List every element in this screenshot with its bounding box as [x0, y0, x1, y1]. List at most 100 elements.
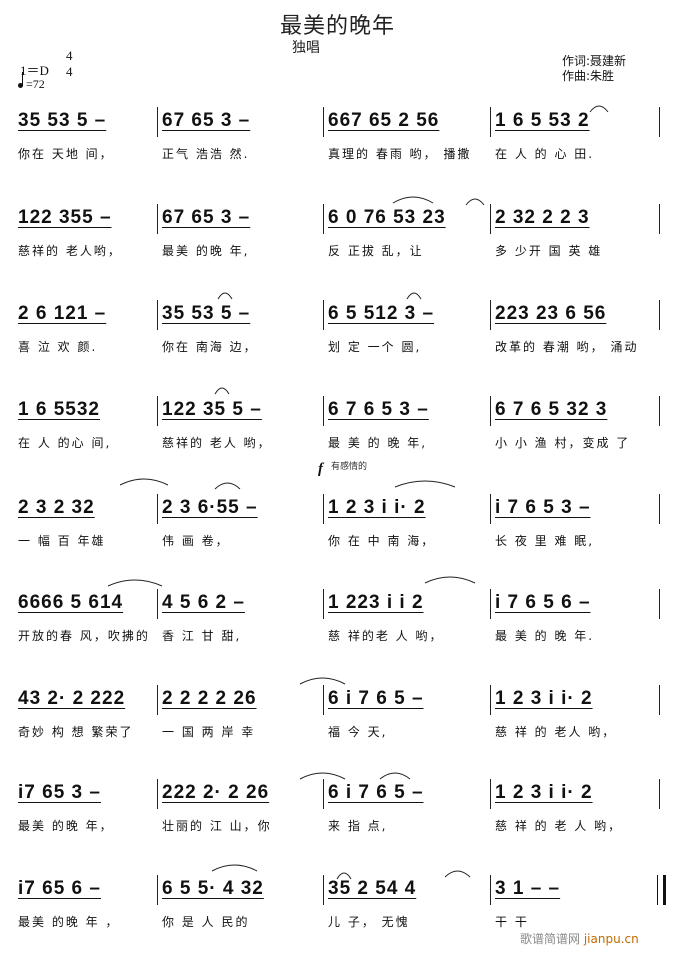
measure-notes: 2 2 2 2 26 [162, 688, 257, 709]
watermark-site: 歌谱简谱网 [520, 932, 581, 946]
barline [659, 107, 660, 137]
barline [157, 396, 158, 426]
score-row: 2 6 121 – 喜 泣 欢 颜. 35 53 5 – 你在 南海 边， 6 5 51… [0, 293, 675, 373]
barline [490, 300, 491, 330]
time-signature-bottom: 4 [66, 64, 73, 79]
barline [659, 204, 660, 234]
watermark-url: jianpu.cn [583, 932, 639, 946]
barline [323, 300, 324, 330]
slur-mark [211, 864, 258, 872]
measure-notes: 1 223 i i 2 [328, 592, 424, 613]
barline [157, 589, 158, 619]
barline [490, 396, 491, 426]
barline [323, 779, 324, 809]
barline [157, 779, 158, 809]
score-row: 122 355 – 慈祥的 老人哟， 67 65 3 – 最美 的晚 年, 6 0 76… [0, 197, 675, 277]
measure-lyrics: 最 美 的 晚 年, [328, 436, 428, 450]
measure-lyrics: 在 人 的 心 田. [495, 147, 595, 161]
slur-mark [107, 579, 163, 587]
slur-mark [336, 872, 352, 880]
measure-notes: i 7 6 5 6 – [495, 592, 591, 613]
measure-lyrics: 福 今 天, [328, 725, 388, 739]
measure-lyrics: 奇妙 构 想 繁荣了 [18, 725, 134, 739]
barline [323, 396, 324, 426]
slur-mark [217, 292, 233, 300]
barline [323, 685, 324, 715]
measure-lyrics: 慈祥的 老人 哟， [162, 436, 272, 450]
barline [659, 779, 660, 809]
barline [323, 494, 324, 524]
measure-notes: 6 7 6 5 3 – [328, 399, 429, 420]
slur-mark [379, 772, 411, 780]
measure-notes: 6 7 6 5 32 3 [495, 399, 608, 420]
measure-notes: 223 23 6 56 [495, 303, 607, 324]
barline [490, 107, 491, 137]
measure-lyrics: 长 夜 里 难 眠, [495, 534, 595, 548]
slur-mark [465, 198, 485, 206]
measure-lyrics: 你在 天地 间， [18, 147, 114, 161]
slur-mark [424, 576, 476, 584]
slur-mark [444, 870, 471, 878]
measure-lyrics: 在 人 的心 间, [18, 436, 112, 450]
measure-notes: 222 2· 2 26 [162, 782, 270, 803]
measure-notes: 6 i 7 6 5 – [328, 782, 424, 803]
measure-notes: 67 65 3 – [162, 110, 251, 131]
barline [490, 875, 491, 905]
score-row: 6666 5 614 开放的春 风，吹拂的 4 5 6 2 – 香 江 甘 甜, 1 2… [0, 582, 675, 662]
measure-notes: 1 6 5532 [18, 399, 100, 420]
measure-lyrics: 小 小 渔 村，变成 了 [495, 436, 631, 450]
measure-lyrics: 改革的 春潮 哟， 涌动 [495, 340, 639, 354]
measure-notes: 6 i 7 6 5 – [328, 688, 424, 709]
barline [323, 589, 324, 619]
measure-lyrics: 一 幅 百 年雄 [18, 534, 106, 548]
measure-notes: 35 2 54 4 [328, 878, 417, 899]
slur-mark [299, 677, 346, 685]
slur-mark [299, 772, 346, 780]
measure-lyrics: 喜 泣 欢 颜. [18, 340, 98, 354]
measure-notes: 1 6 5 53 2 [495, 110, 590, 131]
slur-mark [214, 482, 241, 490]
barline [323, 875, 324, 905]
measure-notes: 2 3 6·55 – [162, 497, 258, 518]
composer: 作曲:朱胜 [562, 69, 615, 83]
measure-lyrics: 划 定 一个 圆, [328, 340, 422, 354]
measure-notes: 1 2 3 i i· 2 [328, 497, 426, 518]
barline [490, 494, 491, 524]
measure-lyrics: 儿 子， 无愧 [328, 915, 410, 929]
score-row: 2 3 2 32 一 幅 百 年雄 2 3 6·55 – 伟 画 卷， 1 2 3 i… [0, 487, 675, 567]
measure-notes: 122 35 5 – [162, 399, 262, 420]
subtitle: 独唱 [292, 40, 320, 56]
barline [659, 494, 660, 524]
measure-notes: 1 2 3 i i· 2 [495, 688, 593, 709]
watermark: 歌谱简谱网 jianpu.cn [520, 930, 639, 947]
barline [323, 204, 324, 234]
measure-lyrics: 多 少开 国 英 雄 [495, 244, 603, 258]
measure-lyrics: 你 是 人 民的 [162, 915, 250, 929]
barline [157, 204, 158, 234]
measure-notes: 667 65 2 56 [328, 110, 440, 131]
measure-lyrics: 伟 画 卷， [162, 534, 230, 548]
measure-lyrics: 正气 浩浩 然. [162, 147, 250, 161]
time-signature: 4 4 [66, 48, 73, 80]
barline [157, 875, 158, 905]
measure-lyrics: 壮丽的 江 山，你 [162, 819, 272, 833]
barline [490, 685, 491, 715]
measure-lyrics: 开放的春 风，吹拂的 [18, 629, 150, 643]
measure-lyrics: 最美 的晚 年, [162, 244, 250, 258]
measure-lyrics: 慈祥的 老人哟， [18, 244, 122, 258]
measure-notes: 6 5 5· 4 32 [162, 878, 264, 899]
measure-lyrics: 最 美 的 晚 年. [495, 629, 595, 643]
slur-mark [392, 196, 434, 204]
measure-notes: 67 65 3 – [162, 207, 251, 228]
slur-mark [119, 478, 169, 486]
page-title: 最美的晚年 [279, 14, 395, 39]
barline [659, 300, 660, 330]
measure-notes: 3 1 – – [495, 878, 561, 899]
barline [659, 396, 660, 426]
barline [490, 204, 491, 234]
measure-notes: 6 0 76 53 23 [328, 207, 446, 228]
score-row: 1 6 5532 在 人 的心 间, 122 35 5 – 慈祥的 老人 哟， 6 7 … [0, 389, 675, 469]
measure-notes: 35 53 5 – [162, 303, 251, 324]
measure-notes: 43 2· 2 222 [18, 688, 126, 709]
tempo-value: =72 [26, 77, 45, 91]
